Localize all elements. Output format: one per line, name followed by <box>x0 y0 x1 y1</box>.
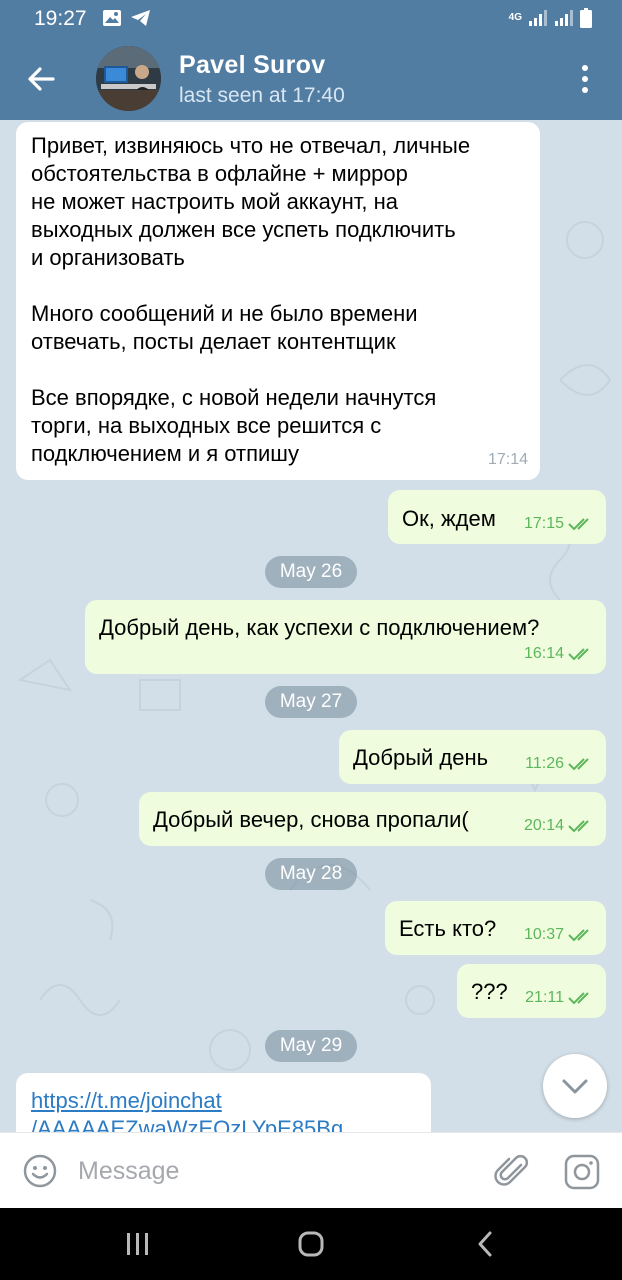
vertical-dots-icon <box>582 65 588 93</box>
battery-icon <box>580 8 592 28</box>
message-time: 17:15 <box>523 515 564 532</box>
paperclip-icon <box>494 1154 529 1186</box>
chevron-left-icon <box>478 1231 492 1257</box>
outgoing-message[interactable]: Добрый день, как успехи с подключением? … <box>85 600 606 674</box>
message-time: 17:14 <box>487 451 528 468</box>
attach-button[interactable] <box>494 1151 532 1191</box>
status-time: 19:27 <box>34 7 87 30</box>
message-text: Привет, извиняюсь что не отвечал, личные… <box>31 133 471 466</box>
status-bar: 19:27 4G <box>0 0 622 36</box>
avatar-photo <box>96 46 161 111</box>
message-time: 21:11 <box>525 989 564 1006</box>
network-type: 4G <box>508 12 522 23</box>
message-text: Есть кто? <box>399 916 497 941</box>
outgoing-message[interactable]: Добрый вечер, снова пропали( 20:14 <box>139 792 606 846</box>
message-time: 16:14 <box>523 645 564 662</box>
date-separator: May 28 <box>265 858 357 890</box>
double-check-icon <box>568 992 589 1005</box>
message-link[interactable]: https://t.me/joinchat <box>31 1087 426 1115</box>
double-check-icon <box>568 820 589 833</box>
gallery-notification-icon <box>103 10 121 26</box>
double-check-icon <box>568 929 589 942</box>
emoji-button[interactable] <box>22 1153 58 1189</box>
outgoing-message[interactable]: Добрый день 11:26 <box>339 730 606 784</box>
date-separator: May 27 <box>265 686 357 718</box>
more-options-button[interactable] <box>570 62 600 96</box>
avatar[interactable] <box>96 46 161 111</box>
outgoing-message[interactable]: Есть кто? 10:37 <box>385 901 606 955</box>
message-text: Ок, ждем <box>402 506 496 531</box>
telegram-notification-icon <box>131 10 150 26</box>
recents-button[interactable] <box>124 1231 152 1257</box>
incoming-message[interactable]: Привет, извиняюсь что не отвечал, личные… <box>16 122 540 480</box>
outgoing-message[interactable]: Ок, ждем 17:15 <box>388 490 606 544</box>
double-check-icon <box>568 758 589 771</box>
arrow-left-icon <box>28 67 55 91</box>
message-text: ??? <box>471 979 508 1004</box>
message-time: 10:37 <box>523 926 564 943</box>
home-button[interactable] <box>297 1230 325 1258</box>
instagram-camera-icon <box>564 1154 600 1190</box>
message-time: 11:26 <box>525 755 564 772</box>
contact-name[interactable]: Pavel Surov <box>179 51 325 80</box>
double-check-icon <box>568 648 589 661</box>
date-separator: May 29 <box>265 1030 357 1062</box>
home-icon <box>298 1231 324 1257</box>
message-time: 20:14 <box>523 817 564 834</box>
system-back-button[interactable] <box>476 1230 494 1258</box>
chevron-down-icon <box>562 1079 588 1094</box>
smiley-icon <box>23 1154 57 1188</box>
back-button[interactable] <box>20 58 62 100</box>
message-link-continued[interactable]: /AAAAAEZwaWzEQzLYpE85Bg <box>31 1115 371 1132</box>
message-composer <box>0 1132 622 1208</box>
signal-icon <box>529 10 547 26</box>
recents-icon <box>127 1233 148 1255</box>
scroll-down-button[interactable] <box>543 1054 607 1118</box>
message-input[interactable] <box>78 1149 478 1193</box>
signal-icon-2 <box>555 10 573 26</box>
message-text: Добрый день <box>353 745 489 770</box>
chat-header: Pavel Surov last seen at 17:40 <box>0 36 622 120</box>
incoming-link-message[interactable]: https://t.me/joinchat /AAAAAEZwaWzEQzLYp… <box>16 1073 431 1132</box>
double-check-icon <box>568 518 589 531</box>
message-text: Добрый день, как успехи с подключением? <box>99 615 540 640</box>
camera-button[interactable] <box>563 1153 601 1191</box>
message-text: Добрый вечер, снова пропали( <box>153 807 469 832</box>
outgoing-message[interactable]: ??? 21:11 <box>457 964 606 1018</box>
contact-status: last seen at 17:40 <box>179 84 345 107</box>
date-separator: May 26 <box>265 556 357 588</box>
chat-messages[interactable]: Привет, извиняюсь что не отвечал, личные… <box>0 120 622 1132</box>
system-navigation-bar <box>0 1208 622 1280</box>
